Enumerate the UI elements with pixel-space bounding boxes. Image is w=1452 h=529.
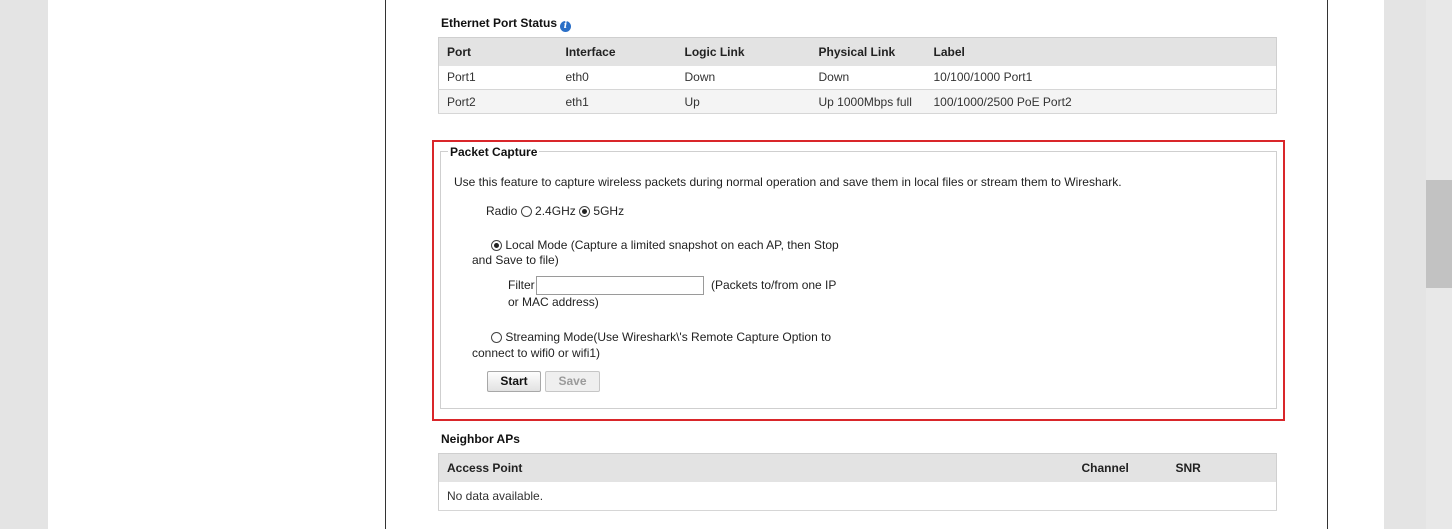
cell-logic-link: Up xyxy=(676,89,811,114)
ethernet-title-text: Ethernet Port Status xyxy=(441,16,558,30)
cell-physical-link: Down xyxy=(810,65,926,90)
ethernet-section-title: Ethernet Port Status i xyxy=(441,16,572,32)
filter-input[interactable] xyxy=(536,276,704,295)
column-header-snr: SNR xyxy=(1167,453,1277,482)
local-mode-option: Local Mode (Capture a limited snapshot o… xyxy=(491,238,839,252)
ethernet-port-table: Port Interface Logic Link Physical Link … xyxy=(438,37,1277,114)
streaming-mode-option: Streaming Mode(Use Wireshark\'s Remote C… xyxy=(491,330,831,344)
start-button[interactable]: Start xyxy=(487,371,541,392)
filter-label: Filter xyxy=(508,278,535,292)
table-row: Port1 eth0 Down Down 10/100/1000 Port1 xyxy=(438,65,1277,90)
column-header-access-point: Access Point xyxy=(438,453,1074,482)
cell-port: Port1 xyxy=(438,65,558,90)
table-header-row: Port Interface Logic Link Physical Link … xyxy=(438,37,1277,66)
packet-capture-legend: Packet Capture xyxy=(448,145,540,159)
left-panel xyxy=(48,0,385,529)
radio-5ghz[interactable] xyxy=(579,206,591,217)
column-header-logic-link: Logic Link xyxy=(676,37,811,66)
streaming-mode-label: Streaming Mode(Use Wireshark\'s Remote C… xyxy=(505,330,832,344)
cell-port: Port2 xyxy=(438,89,558,114)
left-gutter xyxy=(0,0,48,529)
save-button[interactable]: Save xyxy=(545,371,600,392)
scrollbar-thumb[interactable] xyxy=(1426,180,1452,288)
table-row: No data available. xyxy=(438,481,1277,511)
neighbor-aps-table: Access Point Channel SNR No data availab… xyxy=(438,453,1277,511)
info-icon[interactable]: i xyxy=(560,21,572,32)
column-header-physical-link: Physical Link xyxy=(810,37,926,66)
cell-label: 100/1000/2500 PoE Port2 xyxy=(925,89,1277,114)
radio-label: Radio xyxy=(486,204,518,218)
main-content: Ethernet Port Status i Port Interface Log… xyxy=(386,0,1327,529)
column-header-port: Port xyxy=(438,37,558,66)
radio-5ghz-label: 5GHz xyxy=(593,204,625,218)
column-header-interface: Interface xyxy=(557,37,677,66)
streaming-mode-radio[interactable] xyxy=(491,332,502,343)
table-row: Port2 eth1 Up Up 1000Mbps full 100/1000/… xyxy=(438,89,1277,114)
cell-label: 10/100/1000 Port1 xyxy=(925,65,1277,90)
streaming-mode-label-cont: connect to wifi0 or wifi1) xyxy=(472,346,601,360)
table-header-row: Access Point Channel SNR xyxy=(438,453,1277,482)
column-header-label: Label xyxy=(925,37,1277,66)
filter-hint-cont: or MAC address) xyxy=(508,295,599,309)
right-gutter xyxy=(1384,0,1426,529)
packet-capture-description: Use this feature to capture wireless pac… xyxy=(454,175,1122,189)
cell-interface: eth1 xyxy=(557,89,677,114)
column-header-channel: Channel xyxy=(1073,453,1168,482)
local-mode-label-cont: and Save to file) xyxy=(472,253,559,267)
filter-hint: (Packets to/from one IP xyxy=(711,278,837,292)
cell-logic-link: Down xyxy=(676,65,811,90)
radio-2-4ghz[interactable] xyxy=(520,206,532,217)
local-mode-label: Local Mode (Capture a limited snapshot o… xyxy=(505,238,839,252)
radio-2-4ghz-label: 2.4GHz xyxy=(535,204,576,218)
right-panel xyxy=(1328,0,1384,529)
cell-physical-link: Up 1000Mbps full xyxy=(810,89,926,114)
cell-interface: eth0 xyxy=(557,65,677,90)
local-mode-radio[interactable] xyxy=(491,240,502,251)
radio-band-group: Radio 2.4GHz 5GHz xyxy=(486,204,624,218)
empty-table-message: No data available. xyxy=(438,481,1277,511)
neighbor-aps-title: Neighbor APs xyxy=(441,432,520,446)
